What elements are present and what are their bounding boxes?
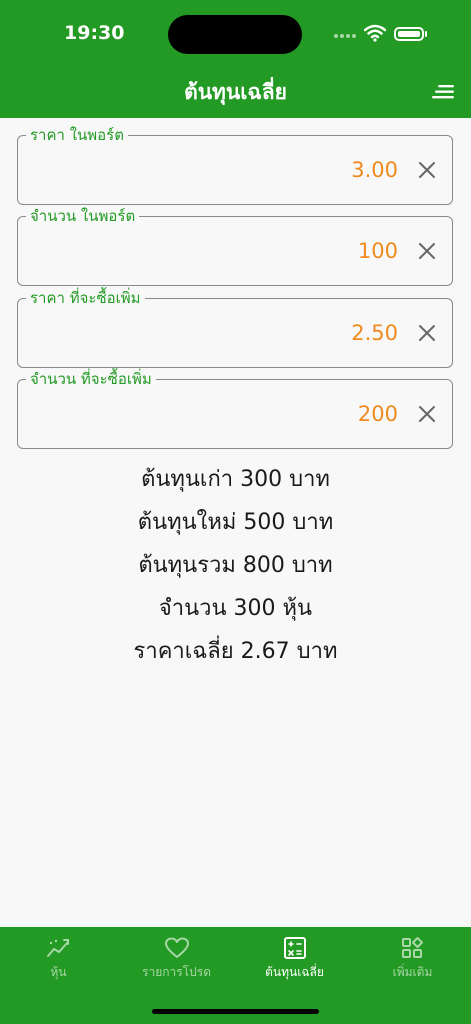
apps-grid-icon bbox=[402, 937, 423, 958]
trend-chart-icon bbox=[47, 939, 69, 957]
tab-favorites[interactable]: รายการโปรด bbox=[118, 927, 235, 987]
calculator-icon bbox=[284, 937, 306, 959]
battery-cap bbox=[425, 31, 427, 37]
price-in-portfolio-field[interactable]: ราคา ในพอร์ต 3.00 bbox=[17, 125, 453, 205]
heart-icon bbox=[165, 937, 189, 958]
menu-icon[interactable] bbox=[432, 84, 456, 100]
tab-more[interactable]: เพิ่มเติม bbox=[354, 927, 471, 987]
clear-icon[interactable] bbox=[418, 324, 436, 342]
field-label: จำนวน ในพอร์ต bbox=[26, 206, 140, 226]
page-title: ต้นทุนเฉลี่ย bbox=[184, 80, 287, 104]
field-label: จำนวน ที่จะซื้อเพิ่ม bbox=[26, 369, 156, 389]
total-cost-text: ต้นทุนรวม 800 บาท bbox=[138, 553, 333, 578]
tab-label: ต้นทุนเฉลี่ย bbox=[265, 965, 324, 979]
tab-stocks[interactable]: หุ้น bbox=[0, 927, 117, 987]
home-indicator bbox=[152, 1009, 319, 1014]
field-value[interactable]: 200 bbox=[358, 402, 398, 426]
field-value[interactable]: 100 bbox=[358, 239, 398, 263]
new-cost-text: ต้นทุนใหม่ 500 บาท bbox=[137, 510, 334, 535]
cellular-signal-icon bbox=[334, 34, 356, 38]
status-time: 19:30 bbox=[64, 22, 125, 44]
tab-label: รายการโปรด bbox=[142, 965, 211, 979]
results-summary: ต้นทุนเก่า 300 บาท ต้นทุนใหม่ 500 บาท ต้… bbox=[0, 462, 471, 677]
field-value[interactable]: 2.50 bbox=[351, 321, 398, 345]
tab-label: หุ้น bbox=[50, 965, 67, 979]
tab-label: เพิ่มเติม bbox=[392, 965, 433, 979]
field-label: ราคา ที่จะซื้อเพิ่ม bbox=[26, 288, 145, 308]
quantity-to-buy-field[interactable]: จำนวน ที่จะซื้อเพิ่ม 200 bbox=[17, 369, 453, 449]
wifi-icon bbox=[364, 24, 386, 42]
price-to-buy-field[interactable]: ราคา ที่จะซื้อเพิ่ม 2.50 bbox=[17, 288, 453, 368]
status-bar: 19:30 bbox=[0, 0, 471, 70]
dynamic-island bbox=[168, 15, 302, 54]
quantity-in-portfolio-field[interactable]: จำนวน ในพอร์ต 100 bbox=[17, 206, 453, 286]
field-value[interactable]: 3.00 bbox=[351, 158, 398, 182]
average-price-text: ราคาเฉลี่ย 2.67 บาท bbox=[133, 639, 338, 664]
clear-icon[interactable] bbox=[418, 161, 436, 179]
battery-icon bbox=[394, 27, 424, 41]
tab-average-cost[interactable]: ต้นทุนเฉลี่ย bbox=[236, 927, 353, 987]
clear-icon[interactable] bbox=[418, 405, 436, 423]
clear-icon[interactable] bbox=[418, 242, 436, 260]
field-label: ราคา ในพอร์ต bbox=[26, 125, 128, 145]
total-quantity-text: จำนวน 300 หุ้น bbox=[158, 596, 313, 621]
old-cost-text: ต้นทุนเก่า 300 บาท bbox=[141, 467, 330, 492]
